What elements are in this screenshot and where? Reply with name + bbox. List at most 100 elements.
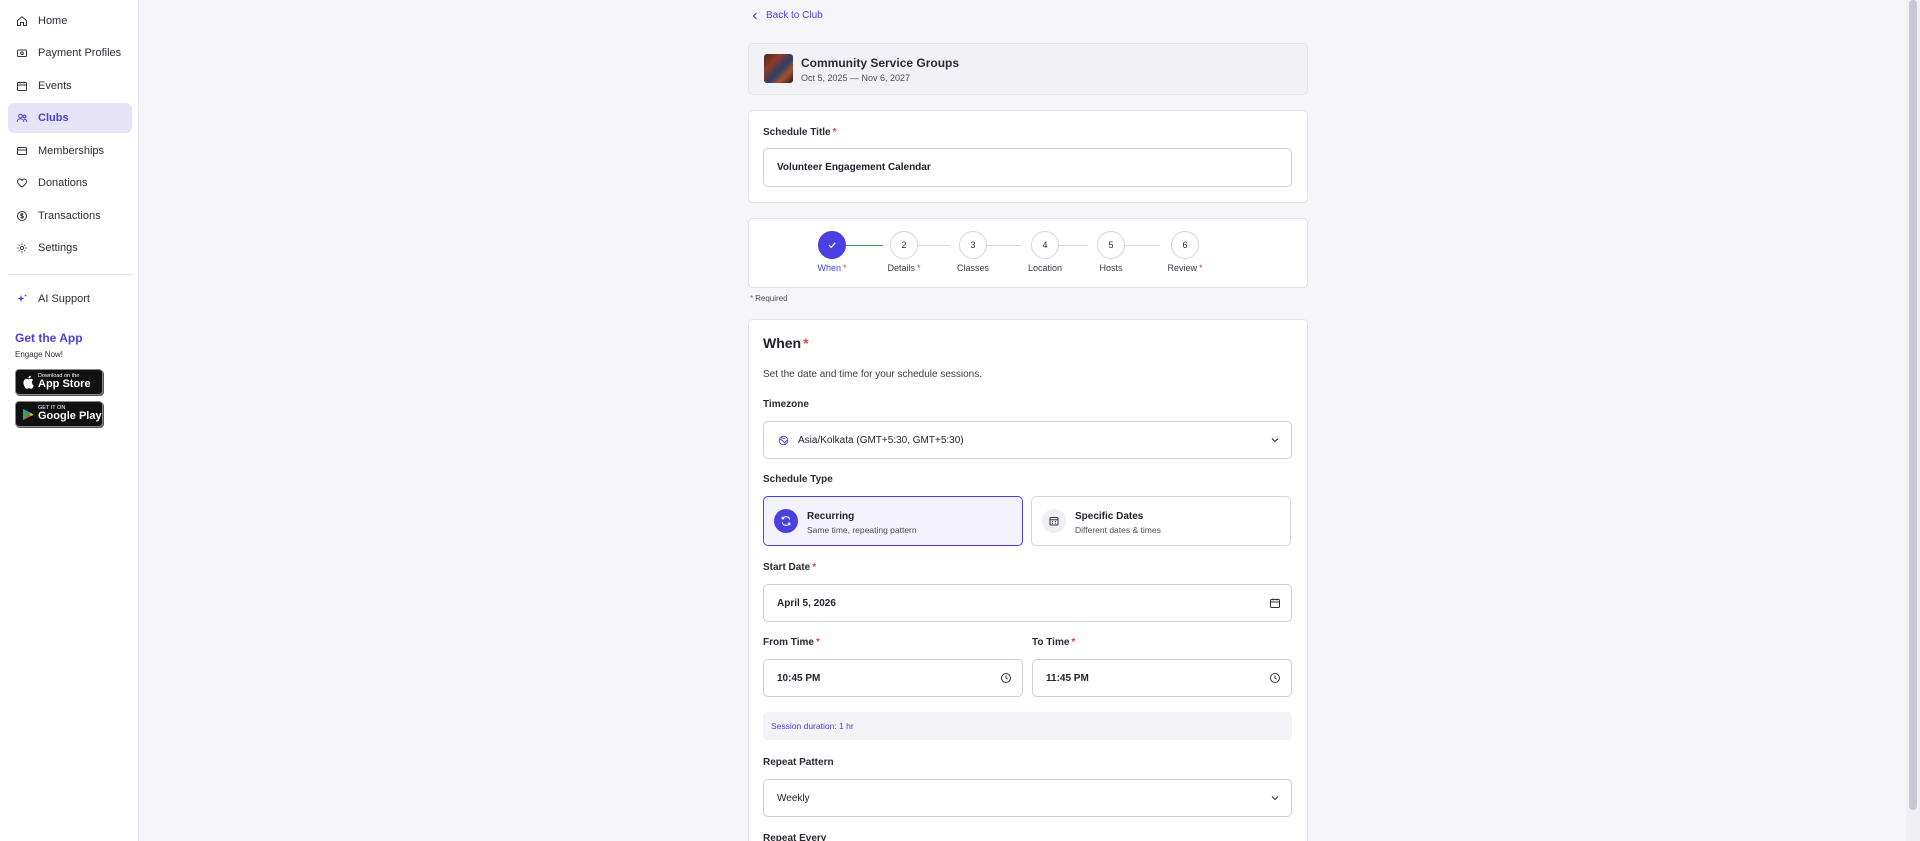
club-summary-card: Community Service Groups Oct 5, 2025 — N…	[748, 43, 1308, 95]
schedule-type-specific-dates[interactable]: Specific Dates Different dates & times	[1031, 496, 1291, 546]
timezone-value: Asia/Kolkata (GMT+5:30, GMT+5:30)	[798, 434, 964, 446]
apple-icon	[23, 375, 34, 389]
specific-dates-title: Specific Dates	[1075, 511, 1144, 522]
step-when[interactable]	[818, 231, 846, 259]
step-label-review: Review *	[1167, 263, 1203, 273]
when-description: Set the date and time for your schedule …	[763, 369, 983, 380]
step-label-hosts: Hosts	[1099, 263, 1123, 273]
google-play-icon	[23, 408, 34, 420]
required-note: * Required	[750, 294, 788, 303]
to-time-label: To Time *	[1032, 637, 1076, 648]
clock-icon[interactable]	[1000, 672, 1012, 684]
start-date-label: Start Date *	[763, 562, 817, 573]
calendar-icon[interactable]	[1269, 597, 1281, 609]
app-store-big: App Store	[38, 378, 91, 391]
chevron-down-icon	[1271, 438, 1279, 443]
repeat-pattern-select[interactable]: Weekly	[763, 779, 1292, 817]
sidebar: Home Payment Profiles Events Clubs Membe…	[0, 0, 139, 841]
payment-icon	[17, 49, 27, 57]
to-time-input[interactable]: 11:45 PM	[1032, 659, 1292, 697]
repeat-pattern-label: Repeat Pattern	[763, 757, 834, 768]
from-time-value: 10:45 PM	[777, 672, 821, 684]
timezone-select[interactable]: Asia/Kolkata (GMT+5:30, GMT+5:30)	[763, 421, 1292, 459]
get-app-subtitle: Engage Now!	[15, 350, 64, 359]
home-icon	[17, 16, 27, 26]
sidebar-item-label: Settings	[38, 242, 78, 254]
specific-dates-subtitle: Different dates & times	[1075, 525, 1161, 535]
google-play-badge[interactable]: GET IT ON Google Play	[15, 401, 103, 427]
sidebar-divider	[8, 274, 132, 275]
get-app-title: Get the App	[15, 331, 83, 345]
sidebar-item-events[interactable]: Events	[8, 71, 132, 101]
check-icon	[828, 242, 836, 249]
sidebar-item-label: Memberships	[38, 145, 105, 157]
gear-icon	[17, 243, 27, 253]
sidebar-item-settings[interactable]: Settings	[8, 233, 132, 263]
schedule-type-label: Schedule Type	[763, 474, 833, 485]
step-label-location: Location	[1027, 263, 1063, 273]
card-icon	[17, 147, 27, 155]
start-date-input[interactable]: April 5, 2026	[763, 584, 1292, 622]
sidebar-item-label: Home	[38, 15, 68, 27]
session-duration-note: Session duration: 1 hr	[763, 712, 1292, 740]
sidebar-item-payment-profiles[interactable]: Payment Profiles	[8, 38, 132, 68]
app-store-badge[interactable]: Download on the App Store	[15, 369, 103, 395]
when-title: When *	[763, 335, 809, 351]
sidebar-item-donations[interactable]: Donations	[8, 168, 132, 198]
recurring-title: Recurring	[807, 511, 855, 522]
step-label-when: When *	[817, 263, 847, 273]
back-to-club-link[interactable]: Back to Club	[750, 10, 823, 21]
scrollbar[interactable]	[1906, 0, 1920, 841]
heart-icon	[16, 178, 28, 188]
club-name: Community Service Groups	[801, 56, 960, 70]
ai-support-button[interactable]: AI Support	[8, 284, 132, 314]
globe-icon	[778, 435, 789, 446]
calendar-grid-icon	[1042, 509, 1066, 533]
step-label-details: Details *	[887, 263, 921, 273]
step-connector	[846, 245, 883, 246]
sidebar-item-transactions[interactable]: Transactions	[8, 201, 132, 231]
sidebar-item-memberships[interactable]: Memberships	[8, 136, 132, 166]
from-time-label: From Time *	[763, 637, 820, 648]
chevron-down-icon	[1271, 796, 1279, 801]
timezone-label: Timezone	[763, 399, 809, 410]
schedule-title-input[interactable]: Volunteer Engagement Calendar	[763, 148, 1292, 187]
step-label-classes: Classes	[956, 263, 989, 273]
calendar-icon	[17, 81, 27, 91]
chevron-left-icon	[752, 12, 757, 19]
club-thumbnail	[764, 54, 793, 83]
sparkle-icon	[17, 294, 27, 302]
dollar-icon	[17, 211, 27, 221]
sidebar-item-label: Events	[38, 80, 72, 92]
club-dates: Oct 5, 2025 — Nov 6, 2027	[801, 73, 911, 83]
step-connector	[1058, 245, 1088, 246]
start-date-value: April 5, 2026	[777, 597, 836, 609]
step-hosts[interactable]: 5	[1097, 231, 1125, 259]
back-link-label: Back to Club	[766, 10, 823, 21]
step-classes[interactable]: 3	[959, 231, 987, 259]
step-connector	[918, 245, 950, 246]
from-time-input[interactable]: 10:45 PM	[763, 659, 1023, 697]
step-location[interactable]: 4	[1031, 231, 1059, 259]
google-play-big: Google Play	[38, 410, 102, 423]
repeat-icon	[774, 509, 798, 533]
schedule-type-recurring[interactable]: Recurring Same time, repeating pattern	[763, 496, 1023, 546]
sidebar-item-label: Donations	[38, 177, 88, 189]
sidebar-item-clubs[interactable]: Clubs	[8, 103, 132, 133]
sidebar-item-label: Transactions	[38, 210, 101, 222]
to-time-value: 11:45 PM	[1046, 672, 1089, 684]
sidebar-item-home[interactable]: Home	[8, 6, 132, 36]
users-icon	[16, 113, 28, 123]
schedule-title-label: Schedule Title *	[763, 127, 837, 138]
repeat-every-label: Repeat Every	[763, 833, 827, 841]
step-details[interactable]: 2	[890, 231, 918, 259]
sidebar-item-label: Clubs	[38, 112, 69, 124]
ai-support-label: AI Support	[38, 293, 90, 305]
step-review[interactable]: 6	[1171, 231, 1199, 259]
scrollbar-thumb[interactable]	[1909, 0, 1917, 810]
step-connector	[987, 245, 1021, 246]
repeat-pattern-value: Weekly	[777, 792, 810, 804]
clock-icon[interactable]	[1269, 672, 1281, 684]
recurring-subtitle: Same time, repeating pattern	[807, 525, 917, 535]
step-connector	[1125, 245, 1160, 246]
